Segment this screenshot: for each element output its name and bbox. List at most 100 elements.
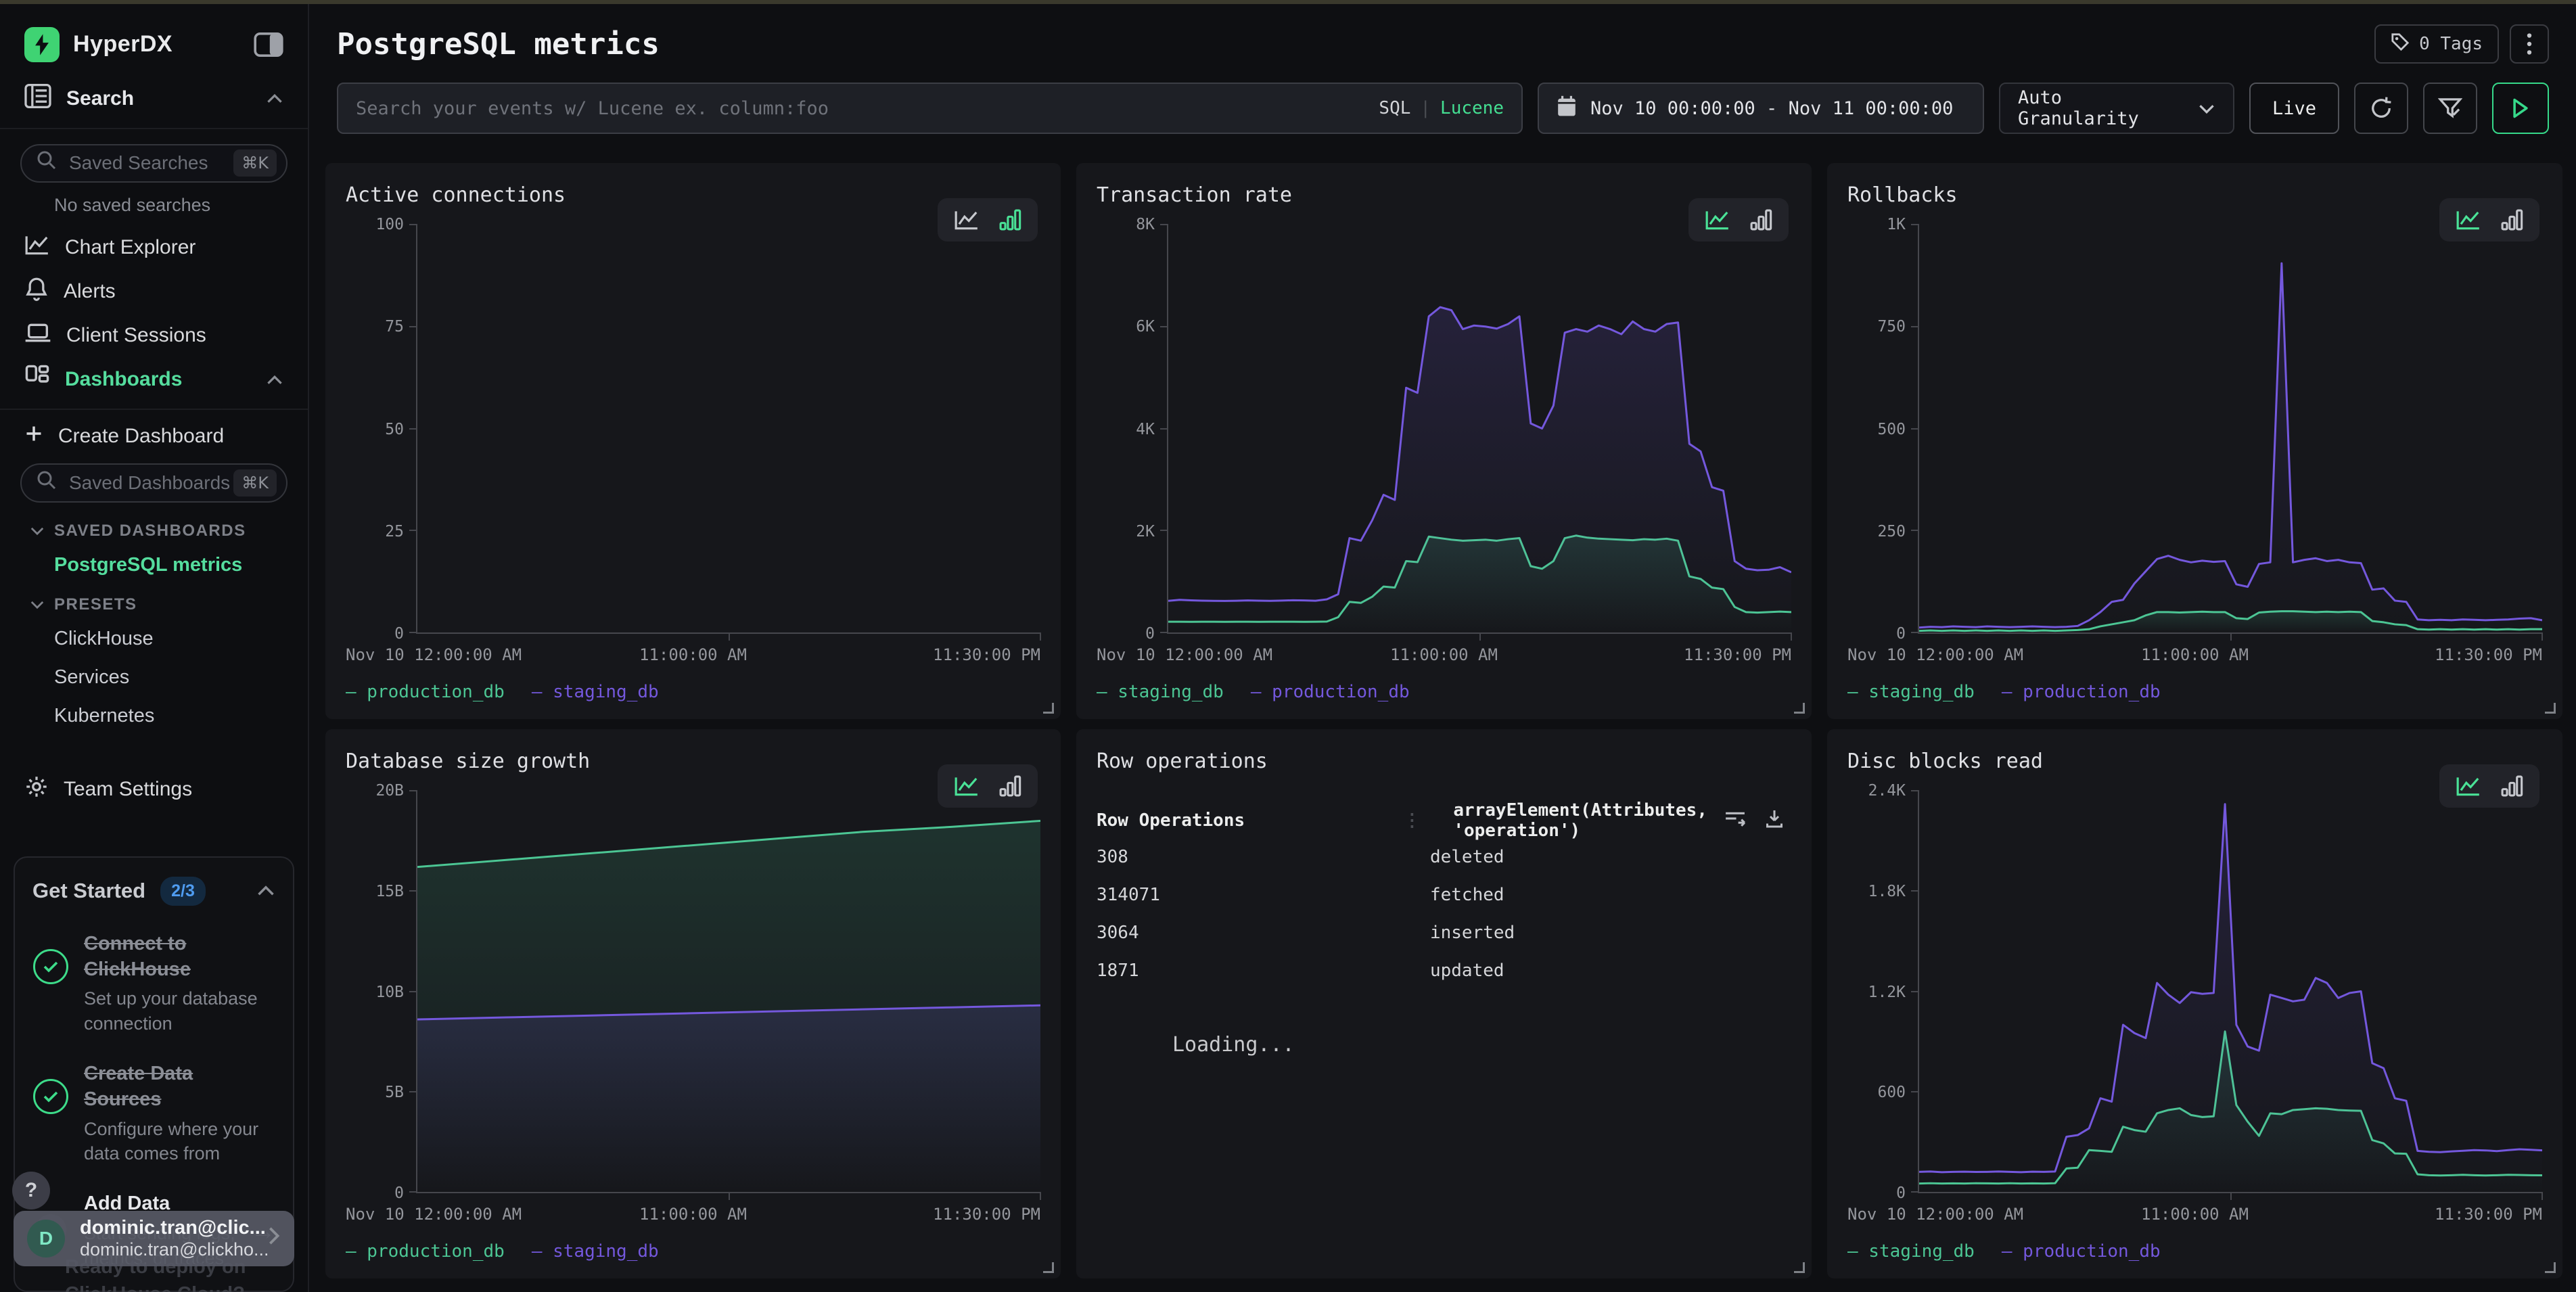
presets-header: PRESETS <box>54 595 137 614</box>
filter-button[interactable] <box>2423 83 2477 134</box>
chart-view-toggle <box>938 764 1038 808</box>
app-root: HyperDX Search Saved Searches ⌘K No save… <box>0 4 2576 1292</box>
live-label: Live <box>2272 98 2316 119</box>
avatar: D <box>27 1220 65 1258</box>
bar-chart-icon[interactable] <box>2500 208 2523 231</box>
shortcut-badge: ⌘K <box>233 149 277 177</box>
y-axis-tick-label: 4K <box>1136 421 1155 438</box>
help-button[interactable]: ? <box>12 1172 50 1209</box>
legend-item[interactable]: — staging_db <box>532 682 659 702</box>
legend-item[interactable]: — production_db <box>1251 682 1410 702</box>
sidebar-item-search[interactable]: Search <box>14 76 294 120</box>
line-chart-icon[interactable] <box>954 775 980 798</box>
line-chart-icon[interactable] <box>2456 775 2481 798</box>
table-row[interactable]: 314071fetched <box>1097 876 1791 914</box>
chevron-up-icon[interactable] <box>266 87 283 110</box>
legend-item[interactable]: — staging_db <box>1097 682 1224 702</box>
x-axis-tick-label: 11:00:00 AM <box>639 645 747 664</box>
resize-handle[interactable] <box>1043 1262 1054 1273</box>
resize-handle[interactable] <box>2545 1262 2556 1273</box>
date-range-picker[interactable]: Nov 10 00:00:00 - Nov 11 00:00:00 <box>1538 83 1984 134</box>
tags-button[interactable]: 0 Tags <box>2374 24 2499 64</box>
no-saved-searches-text: No saved searches <box>14 191 294 225</box>
sidebar-collapse-icon[interactable] <box>254 32 283 57</box>
panel-title: Row operations <box>1097 749 1791 773</box>
line-chart-icon[interactable] <box>954 208 980 231</box>
table-row[interactable]: 1871updated <box>1097 952 1791 990</box>
hyperdx-logo-icon[interactable] <box>24 27 60 62</box>
sidebar-item-dashboards[interactable]: Dashboards <box>14 358 294 402</box>
get-started-step-connect[interactable]: Connect to ClickHouse Set up your databa… <box>32 931 275 1036</box>
legend-item[interactable]: — production_db <box>346 682 505 702</box>
sidebar-item-alerts[interactable]: Alerts <box>14 269 294 313</box>
resize-handle[interactable] <box>2545 703 2556 714</box>
saved-dashboards-group[interactable]: SAVED DASHBOARDS <box>14 511 294 546</box>
refresh-button[interactable] <box>2354 83 2408 134</box>
sidebar-item-kubernetes[interactable]: Kubernetes <box>14 697 294 735</box>
view-rows-icon[interactable] <box>1724 808 1747 833</box>
line-chart-icon[interactable] <box>2456 208 2481 231</box>
column-header[interactable]: Row Operations <box>1097 810 1403 831</box>
bar-chart-icon[interactable] <box>998 775 1021 798</box>
sidebar-item-team-settings[interactable]: Team Settings <box>14 768 294 812</box>
table-row[interactable]: 3064inserted <box>1097 914 1791 952</box>
user-menu[interactable]: D dominic.tran@clic... dominic.tran@clic… <box>14 1211 294 1266</box>
x-axis-tick-label: 11:30:00 PM <box>747 1205 1040 1224</box>
y-axis-tick-label: 15B <box>375 883 404 900</box>
y-axis-tick-label: 2.4K <box>1868 782 1906 800</box>
y-axis-tick-label: 1.2K <box>1868 984 1906 1001</box>
presets-group[interactable]: PRESETS <box>14 584 294 620</box>
panel-title: Rollbacks <box>1847 183 2542 207</box>
legend-item[interactable]: — staging_db <box>1847 1241 1975 1262</box>
legend-item[interactable]: — staging_db <box>1847 682 1975 702</box>
x-axis-tick-label: Nov 10 12:00:00 AM <box>1847 1205 2141 1224</box>
x-axis-tick-label: Nov 10 12:00:00 AM <box>346 645 639 664</box>
create-dashboard-button[interactable]: Create Dashboard <box>14 417 294 455</box>
event-search-input[interactable]: Search your events w/ Lucene ex. column:… <box>337 83 1523 134</box>
sidebar-item-clickhouse[interactable]: ClickHouse <box>14 620 294 658</box>
step-desc: Set up your database connection <box>84 986 275 1036</box>
panel-row-operations: Row operations Row Operations ⋮ arrayEle… <box>1076 729 1812 1278</box>
chart-explorer-label: Chart Explorer <box>65 236 283 259</box>
column-divider[interactable]: ⋮ <box>1403 810 1421 831</box>
legend-item[interactable]: — production_db <box>2002 682 2161 702</box>
sidebar-item-postgresql-metrics[interactable]: PostgreSQL metrics <box>14 546 294 584</box>
panel-database-size-growth: Database size growth 20B15B10B5B0Nov 10 … <box>325 729 1061 1278</box>
chart-view-toggle <box>2439 764 2539 808</box>
live-button[interactable]: Live <box>2249 83 2339 134</box>
bar-chart-icon[interactable] <box>998 208 1021 231</box>
x-axis-tick-label: 11:00:00 AM <box>639 1205 747 1224</box>
legend-item[interactable]: — staging_db <box>532 1241 659 1262</box>
table-row[interactable]: 308deleted <box>1097 838 1791 876</box>
line-chart-icon[interactable] <box>1705 208 1730 231</box>
chevron-up-icon[interactable] <box>256 880 275 902</box>
search-icon <box>37 470 57 496</box>
granularity-select[interactable]: Auto Granularity <box>1999 83 2234 134</box>
resize-handle[interactable] <box>1794 703 1805 714</box>
step-desc: Configure where your data comes from <box>84 1117 275 1166</box>
dashboards-label: Dashboards <box>65 368 266 391</box>
panel-disc-blocks-read: Disc blocks read 2.4K1.8K1.2K6000Nov 10 … <box>1827 729 2562 1278</box>
legend-item[interactable]: — production_db <box>2002 1241 2161 1262</box>
resize-handle[interactable] <box>1043 703 1054 714</box>
get-started-step-datasources[interactable]: Create Data Sources Configure where your… <box>32 1061 275 1166</box>
column-header[interactable]: arrayElement(Attributes, 'operation') <box>1453 800 1707 841</box>
y-axis-tick-label: 0 <box>394 1184 404 1202</box>
saved-dashboards-input[interactable]: Saved Dashboards ⌘K <box>20 463 288 502</box>
sidebar-item-chart-explorer[interactable]: Chart Explorer <box>14 225 294 269</box>
legend-item[interactable]: — production_db <box>346 1241 505 1262</box>
bar-chart-icon[interactable] <box>2500 775 2523 798</box>
saved-searches-input[interactable]: Saved Searches ⌘K <box>20 144 288 183</box>
search-section-label: Search <box>66 87 266 110</box>
resize-handle[interactable] <box>1794 1262 1805 1273</box>
sql-toggle[interactable]: SQL <box>1379 98 1410 118</box>
bar-chart-icon[interactable] <box>1749 208 1772 231</box>
run-query-button[interactable] <box>2492 83 2549 134</box>
download-icon[interactable] <box>1764 808 1785 833</box>
lucene-toggle[interactable]: Lucene <box>1440 98 1504 118</box>
chevron-up-icon[interactable] <box>266 369 283 391</box>
y-axis-tick-label: 5B <box>385 1084 404 1101</box>
sidebar-item-services[interactable]: Services <box>14 658 294 697</box>
more-options-button[interactable] <box>2510 24 2549 64</box>
sidebar-item-client-sessions[interactable]: Client Sessions <box>14 313 294 357</box>
